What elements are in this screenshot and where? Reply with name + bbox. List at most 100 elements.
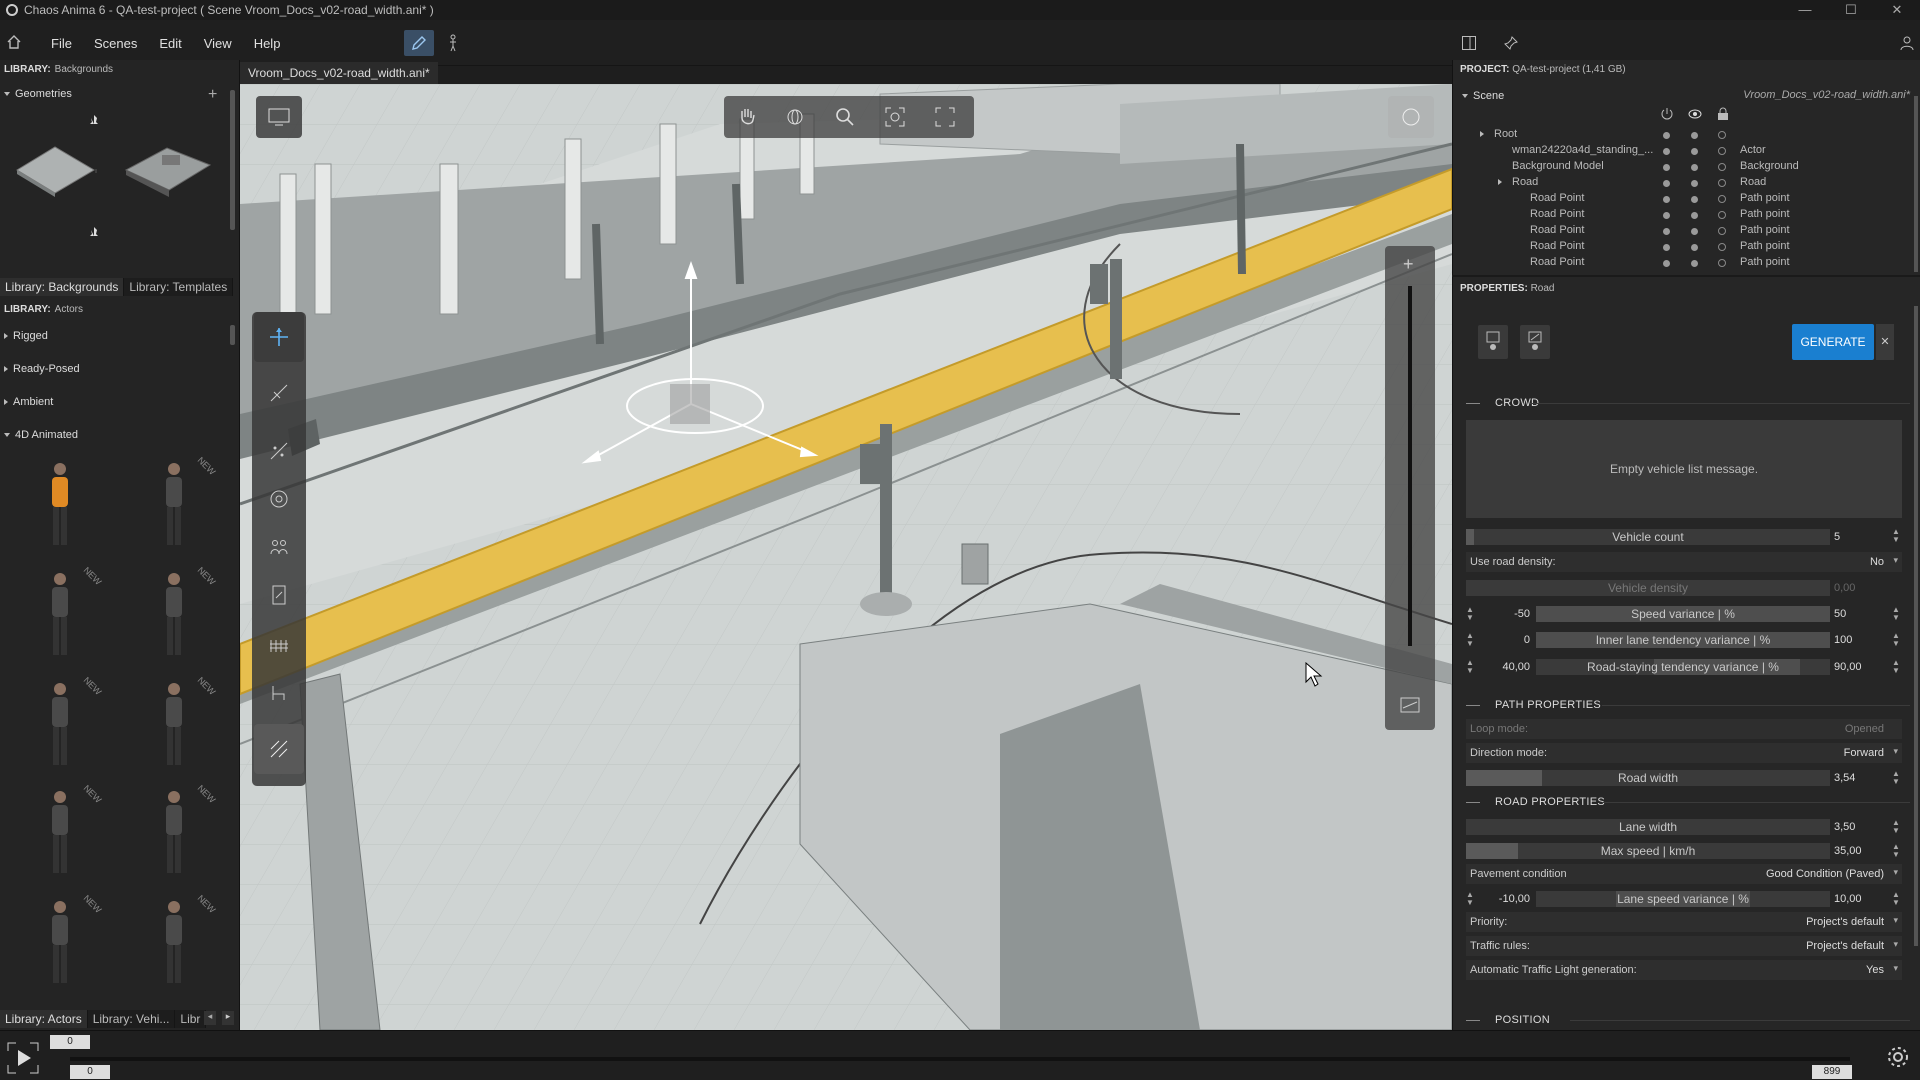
- actor-thumbnail[interactable]: NEW: [30, 565, 126, 669]
- actor-thumbnail[interactable]: [30, 455, 126, 559]
- range-stepper[interactable]: ▲ ▼: [1892, 632, 1900, 648]
- geometries-section[interactable]: Geometries: [0, 88, 72, 100]
- display-mode-button[interactable]: [256, 96, 302, 138]
- vehicle-count-slider[interactable]: Vehicle count: [1466, 529, 1830, 545]
- speed-variance-min[interactable]: -50: [1478, 606, 1534, 622]
- visibility-toggle[interactable]: [1691, 148, 1698, 155]
- scene-tree-row[interactable]: Road Point Path point: [1478, 192, 1918, 208]
- menu-scenes[interactable]: Scenes: [83, 36, 148, 51]
- menu-help[interactable]: Help: [243, 36, 292, 51]
- timeline-current[interactable]: 0: [70, 1065, 110, 1079]
- road-width-slider[interactable]: Road width: [1466, 770, 1830, 786]
- add-button[interactable]: +: [208, 86, 217, 104]
- panel-layout-button[interactable]: [1458, 32, 1480, 54]
- vehicle-density-slider[interactable]: Vehicle density: [1466, 580, 1830, 596]
- zoom-in-icon[interactable]: +: [1403, 254, 1414, 275]
- range-stepper[interactable]: ▲ ▼: [1892, 606, 1900, 622]
- lane-width-slider[interactable]: Lane width: [1466, 819, 1830, 835]
- scene-scrollbar[interactable]: [1914, 96, 1918, 272]
- range-stepper[interactable]: ▲ ▼: [1466, 659, 1474, 675]
- lock-toggle[interactable]: [1718, 131, 1726, 139]
- orbit-button[interactable]: [772, 96, 818, 138]
- power-icon[interactable]: [1660, 107, 1674, 121]
- lock-icon[interactable]: [1716, 107, 1730, 121]
- inner-lane-slider[interactable]: Inner lane tendency variance | %: [1536, 632, 1830, 648]
- scene-tab[interactable]: Vroom_Docs_v02-road_width.ani*: [240, 62, 438, 84]
- slider-track[interactable]: [1408, 286, 1412, 646]
- road-width-stepper[interactable]: ▲ ▼: [1892, 770, 1900, 786]
- lock-toggle[interactable]: [1718, 211, 1726, 219]
- camera-height-slider[interactable]: +: [1385, 246, 1435, 730]
- geometry-thumbnail[interactable]: [12, 115, 98, 235]
- scene-tree-row[interactable]: Road Road: [1478, 176, 1918, 192]
- category-item[interactable]: Ambient: [0, 396, 53, 408]
- vehicle-density-value[interactable]: 0,00: [1832, 580, 1890, 596]
- range-stepper[interactable]: ▲ ▼: [1892, 659, 1900, 675]
- menu-edit[interactable]: Edit: [148, 36, 192, 51]
- enable-toggle[interactable]: [1663, 164, 1670, 171]
- road-staying-slider[interactable]: Road-staying tendency variance | %: [1536, 659, 1830, 675]
- actor-thumbnail[interactable]: NEW: [30, 675, 126, 779]
- pavement-row[interactable]: Pavement condition Good Condition (Paved)…: [1466, 864, 1902, 884]
- scrollbar[interactable]: [230, 325, 235, 345]
- scrollbar[interactable]: [230, 90, 235, 230]
- pan-button[interactable]: [724, 96, 770, 138]
- category-item[interactable]: Ready-Posed: [0, 363, 80, 375]
- expand-icon[interactable]: [1498, 179, 1502, 185]
- menu-file[interactable]: File: [40, 36, 83, 51]
- road-width-value[interactable]: 3,54: [1832, 770, 1890, 786]
- visibility-toggle[interactable]: [1691, 260, 1698, 267]
- range-stepper[interactable]: ▲ ▼: [1466, 606, 1474, 622]
- traffic-rules-row[interactable]: Traffic rules: Project's default ▾: [1466, 936, 1902, 956]
- direction-mode-row[interactable]: Direction mode: Forward ▾: [1466, 743, 1902, 763]
- enable-toggle[interactable]: [1663, 260, 1670, 267]
- move-tool-button[interactable]: [254, 312, 304, 362]
- vehicle-count-stepper[interactable]: ▲ ▼: [1892, 528, 1900, 544]
- enable-toggle[interactable]: [1663, 212, 1670, 219]
- library-tab[interactable]: Library: Backgrounds: [0, 278, 125, 296]
- scene-tree-row[interactable]: Road Point Path point: [1478, 256, 1918, 272]
- auto-mode-button[interactable]: [1520, 325, 1550, 359]
- visibility-toggle[interactable]: [1691, 212, 1698, 219]
- scene-section[interactable]: Scene: [1458, 90, 1504, 102]
- lane-speed-max[interactable]: 10,00: [1832, 891, 1890, 907]
- max-speed-stepper[interactable]: ▲ ▼: [1892, 843, 1900, 859]
- actor-thumbnail[interactable]: NEW: [30, 893, 126, 997]
- range-stepper[interactable]: ▲ ▼: [1466, 891, 1474, 907]
- 3d-viewport[interactable]: +: [240, 84, 1452, 1030]
- scene-tree-row[interactable]: Road Point Path point: [1478, 240, 1918, 256]
- inner-lane-max[interactable]: 100: [1832, 632, 1890, 648]
- scene-tree-row[interactable]: Root: [1478, 128, 1918, 144]
- lane-width-stepper[interactable]: ▲ ▼: [1892, 819, 1900, 835]
- tab-scroll-right[interactable]: ▸: [222, 1011, 234, 1025]
- scene-tree-row[interactable]: Road Point Path point: [1478, 208, 1918, 224]
- loop-mode-row[interactable]: Loop mode: Opened: [1466, 719, 1902, 739]
- play-button[interactable]: [6, 1041, 40, 1075]
- scene-tree-row[interactable]: wman24220a4d_standing_... Actor: [1478, 144, 1918, 160]
- lock-toggle[interactable]: [1718, 163, 1726, 171]
- scene-tree-row[interactable]: Background Model Background: [1478, 160, 1918, 176]
- home-icon[interactable]: [6, 34, 22, 50]
- lock-toggle[interactable]: [1718, 227, 1726, 235]
- maximize-button[interactable]: ☐: [1828, 0, 1874, 20]
- library-tab[interactable]: Library: Actors: [0, 1010, 88, 1028]
- minimize-button[interactable]: —: [1782, 0, 1828, 20]
- priority-row[interactable]: Priority: Project's default ▾: [1466, 912, 1902, 932]
- close-window-button[interactable]: ✕: [1874, 0, 1920, 20]
- timeline-start[interactable]: 0: [50, 1035, 90, 1049]
- sit-tool-button[interactable]: [254, 668, 304, 718]
- max-speed-value[interactable]: 35,00: [1832, 843, 1890, 859]
- properties-scrollbar[interactable]: [1914, 306, 1918, 946]
- expand-icon[interactable]: [1480, 131, 1484, 137]
- zoom-selection-button[interactable]: [872, 96, 918, 138]
- visibility-toggle[interactable]: [1691, 196, 1698, 203]
- actor-thumbnail[interactable]: NEW: [144, 565, 240, 669]
- lock-toggle[interactable]: [1718, 259, 1726, 267]
- enable-toggle[interactable]: [1663, 196, 1670, 203]
- visibility-toggle[interactable]: [1691, 228, 1698, 235]
- visibility-toggle[interactable]: [1691, 132, 1698, 139]
- actor-thumbnail[interactable]: NEW: [144, 455, 240, 559]
- lock-toggle[interactable]: [1718, 195, 1726, 203]
- panel-splitter[interactable]: [1452, 275, 1920, 277]
- actor-thumbnail[interactable]: NEW: [144, 675, 240, 779]
